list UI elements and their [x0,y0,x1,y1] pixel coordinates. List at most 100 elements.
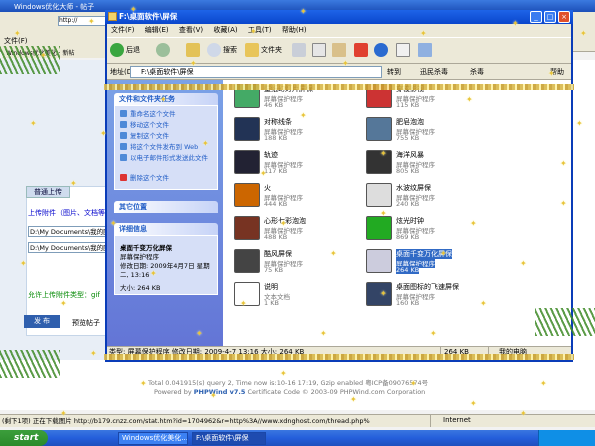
menu-help[interactable]: 帮助(H) [282,26,307,34]
file-item[interactable]: 桌面千变万化屏保 屏幕保护程序 264 KB [366,249,496,283]
star-icon: ✦ [260,169,267,178]
clock-icon [366,216,392,240]
fire-icon [234,183,260,207]
kill-virus-link[interactable]: 杀毒 [470,66,484,78]
file-item[interactable]: 说明 文本文档 1 KB [234,282,364,316]
preview-post-button[interactable]: 预览帖子 [72,318,100,328]
taskbar-browser-button[interactable]: Windows优化美化... [118,432,188,445]
explorer-title-bar[interactable]: F:\桌面软件\屏保 [105,10,573,24]
star-icon: ✦ [196,329,203,338]
file-item[interactable]: 火屏幕保护程序 444 KB [234,183,364,217]
star-icon: ✦ [160,95,167,104]
minimize-button[interactable]: _ [530,11,542,23]
file-item[interactable]: 对称线条 屏幕保护程序 188 KB [234,117,364,151]
delete-icon [120,174,127,181]
star-icon: ✦ [90,349,97,358]
file-item[interactable]: 桌面图标的飞速屏保 屏幕保护程序 160 KB [366,282,496,316]
pine-branch-decoration [0,46,60,74]
rename-icon [120,110,127,117]
task-rename[interactable]: 重命名这个文件 [120,110,176,119]
scissors-icon [292,43,306,57]
antivirus-link[interactable]: 迅民杀毒 [420,66,448,78]
star-icon: ✦ [440,249,447,258]
publish-button[interactable]: 发 布 [24,315,60,328]
task-delete[interactable]: 删除这个文件 [120,174,169,183]
search-icon [207,43,221,57]
task-email[interactable]: 以电子邮件形式发送此文件 [120,154,216,163]
browser-status-bar: (剩下1项) 正在下载图片 http://b179.cnzz.com/stat.… [0,414,595,427]
close-button[interactable]: × [558,11,570,23]
tab-normal-upload[interactable]: 普通上传 [26,186,70,198]
views-button[interactable] [418,41,434,59]
task-copy[interactable]: 复制这个文件 [120,132,169,141]
other-places-header[interactable]: 其它位置 [114,201,218,213]
back-button[interactable]: 后退 [110,41,140,59]
back-arrow-icon [110,43,124,57]
web-publish-icon [120,143,127,150]
monitor-icon [366,117,392,141]
back-label: 后退 [126,46,140,54]
browser-address-field[interactable]: http:// [58,16,108,26]
star-icon: ✦ [140,379,147,388]
start-button[interactable]: start [0,430,48,446]
footer-powered-brand[interactable]: PHPWind v7.5 [194,388,246,396]
taskbar-explorer-button[interactable]: F:\桌面软件\屏保 [192,432,266,445]
delete-button[interactable] [354,41,370,59]
star-icon: ✦ [560,199,567,208]
undo-icon [374,43,388,57]
details-file-type: 屏幕保护程序 [120,253,159,261]
file-size: 805 KB [396,167,420,175]
move-icon [120,121,127,128]
task-move-label: 移动这个文件 [130,121,169,129]
star-icon: ✦ [520,259,527,268]
file-item[interactable]: 轨迹 屏幕保护程序 117 KB [234,150,364,184]
details-header[interactable]: 详细信息 [114,223,218,235]
star-icon: ✦ [300,7,307,16]
upload-path-field-2[interactable]: D:\My Documents\我的图片 [28,242,108,253]
file-item[interactable]: 肥皂泡泡 屏幕保护程序 755 KB [366,117,496,151]
star-icon: ✦ [60,409,67,418]
undo-button[interactable] [374,41,390,59]
menu-view[interactable]: 查看(V) [179,26,203,34]
star-icon: ✦ [576,119,583,128]
star-icon: ✦ [470,399,477,408]
up-button[interactable] [186,41,202,59]
paste-button[interactable] [332,41,348,59]
footer-powered-suffix: Certificate Code © 2003-09 PHPWind.com C… [245,388,426,396]
forward-button[interactable] [156,41,172,59]
menu-file[interactable]: 文件(F) [111,26,135,34]
menu-edit[interactable]: 编辑(E) [145,26,169,34]
maximize-button[interactable]: □ [544,11,556,23]
search-label: 搜索 [223,46,237,54]
file-size: 75 KB [264,266,284,274]
star-icon: ✦ [190,59,197,68]
folders-button[interactable]: 文件夹 [245,41,282,59]
task-delete-label: 删除这个文件 [130,174,169,182]
task-move[interactable]: 移动这个文件 [120,121,169,130]
trail-icon [234,150,260,174]
go-button[interactable]: 转到 [387,66,401,78]
star-icon: ✦ [130,5,137,14]
star-icon: ✦ [100,129,107,138]
cut-button[interactable] [292,41,308,59]
star-icon: ✦ [380,289,387,298]
upload-label: 上传附件（图片、文档等） [28,209,112,217]
properties-icon [396,43,410,57]
star-icon: ✦ [430,329,437,338]
email-icon [120,154,127,161]
task-publish-web[interactable]: 将这个文件发布到 Web [120,143,198,152]
upload-path-field-1[interactable]: D:\My Documents\我的图片 [28,226,108,237]
properties-button[interactable] [396,41,412,59]
file-item[interactable]: 酷风屏保 屏幕保护程序 75 KB [234,249,364,283]
star-icon: ✦ [420,29,427,38]
file-item[interactable]: 心形七彩泡泡 屏幕保护程序 488 KB [234,216,364,250]
star-icon: ✦ [88,17,95,26]
file-size: 117 KB [264,167,288,175]
footer-powered-prefix: Powered by [154,388,194,396]
menu-favorites[interactable]: 收藏(A) [213,26,237,34]
star-icon: ✦ [202,139,209,148]
system-tray [538,430,595,446]
copy-button[interactable] [312,41,328,59]
search-button[interactable]: 搜索 [207,41,237,59]
menu-bar: 文件(F) 编辑(E) 查看(V) 收藏(A) 工具(T) 帮助(H) [107,24,571,37]
